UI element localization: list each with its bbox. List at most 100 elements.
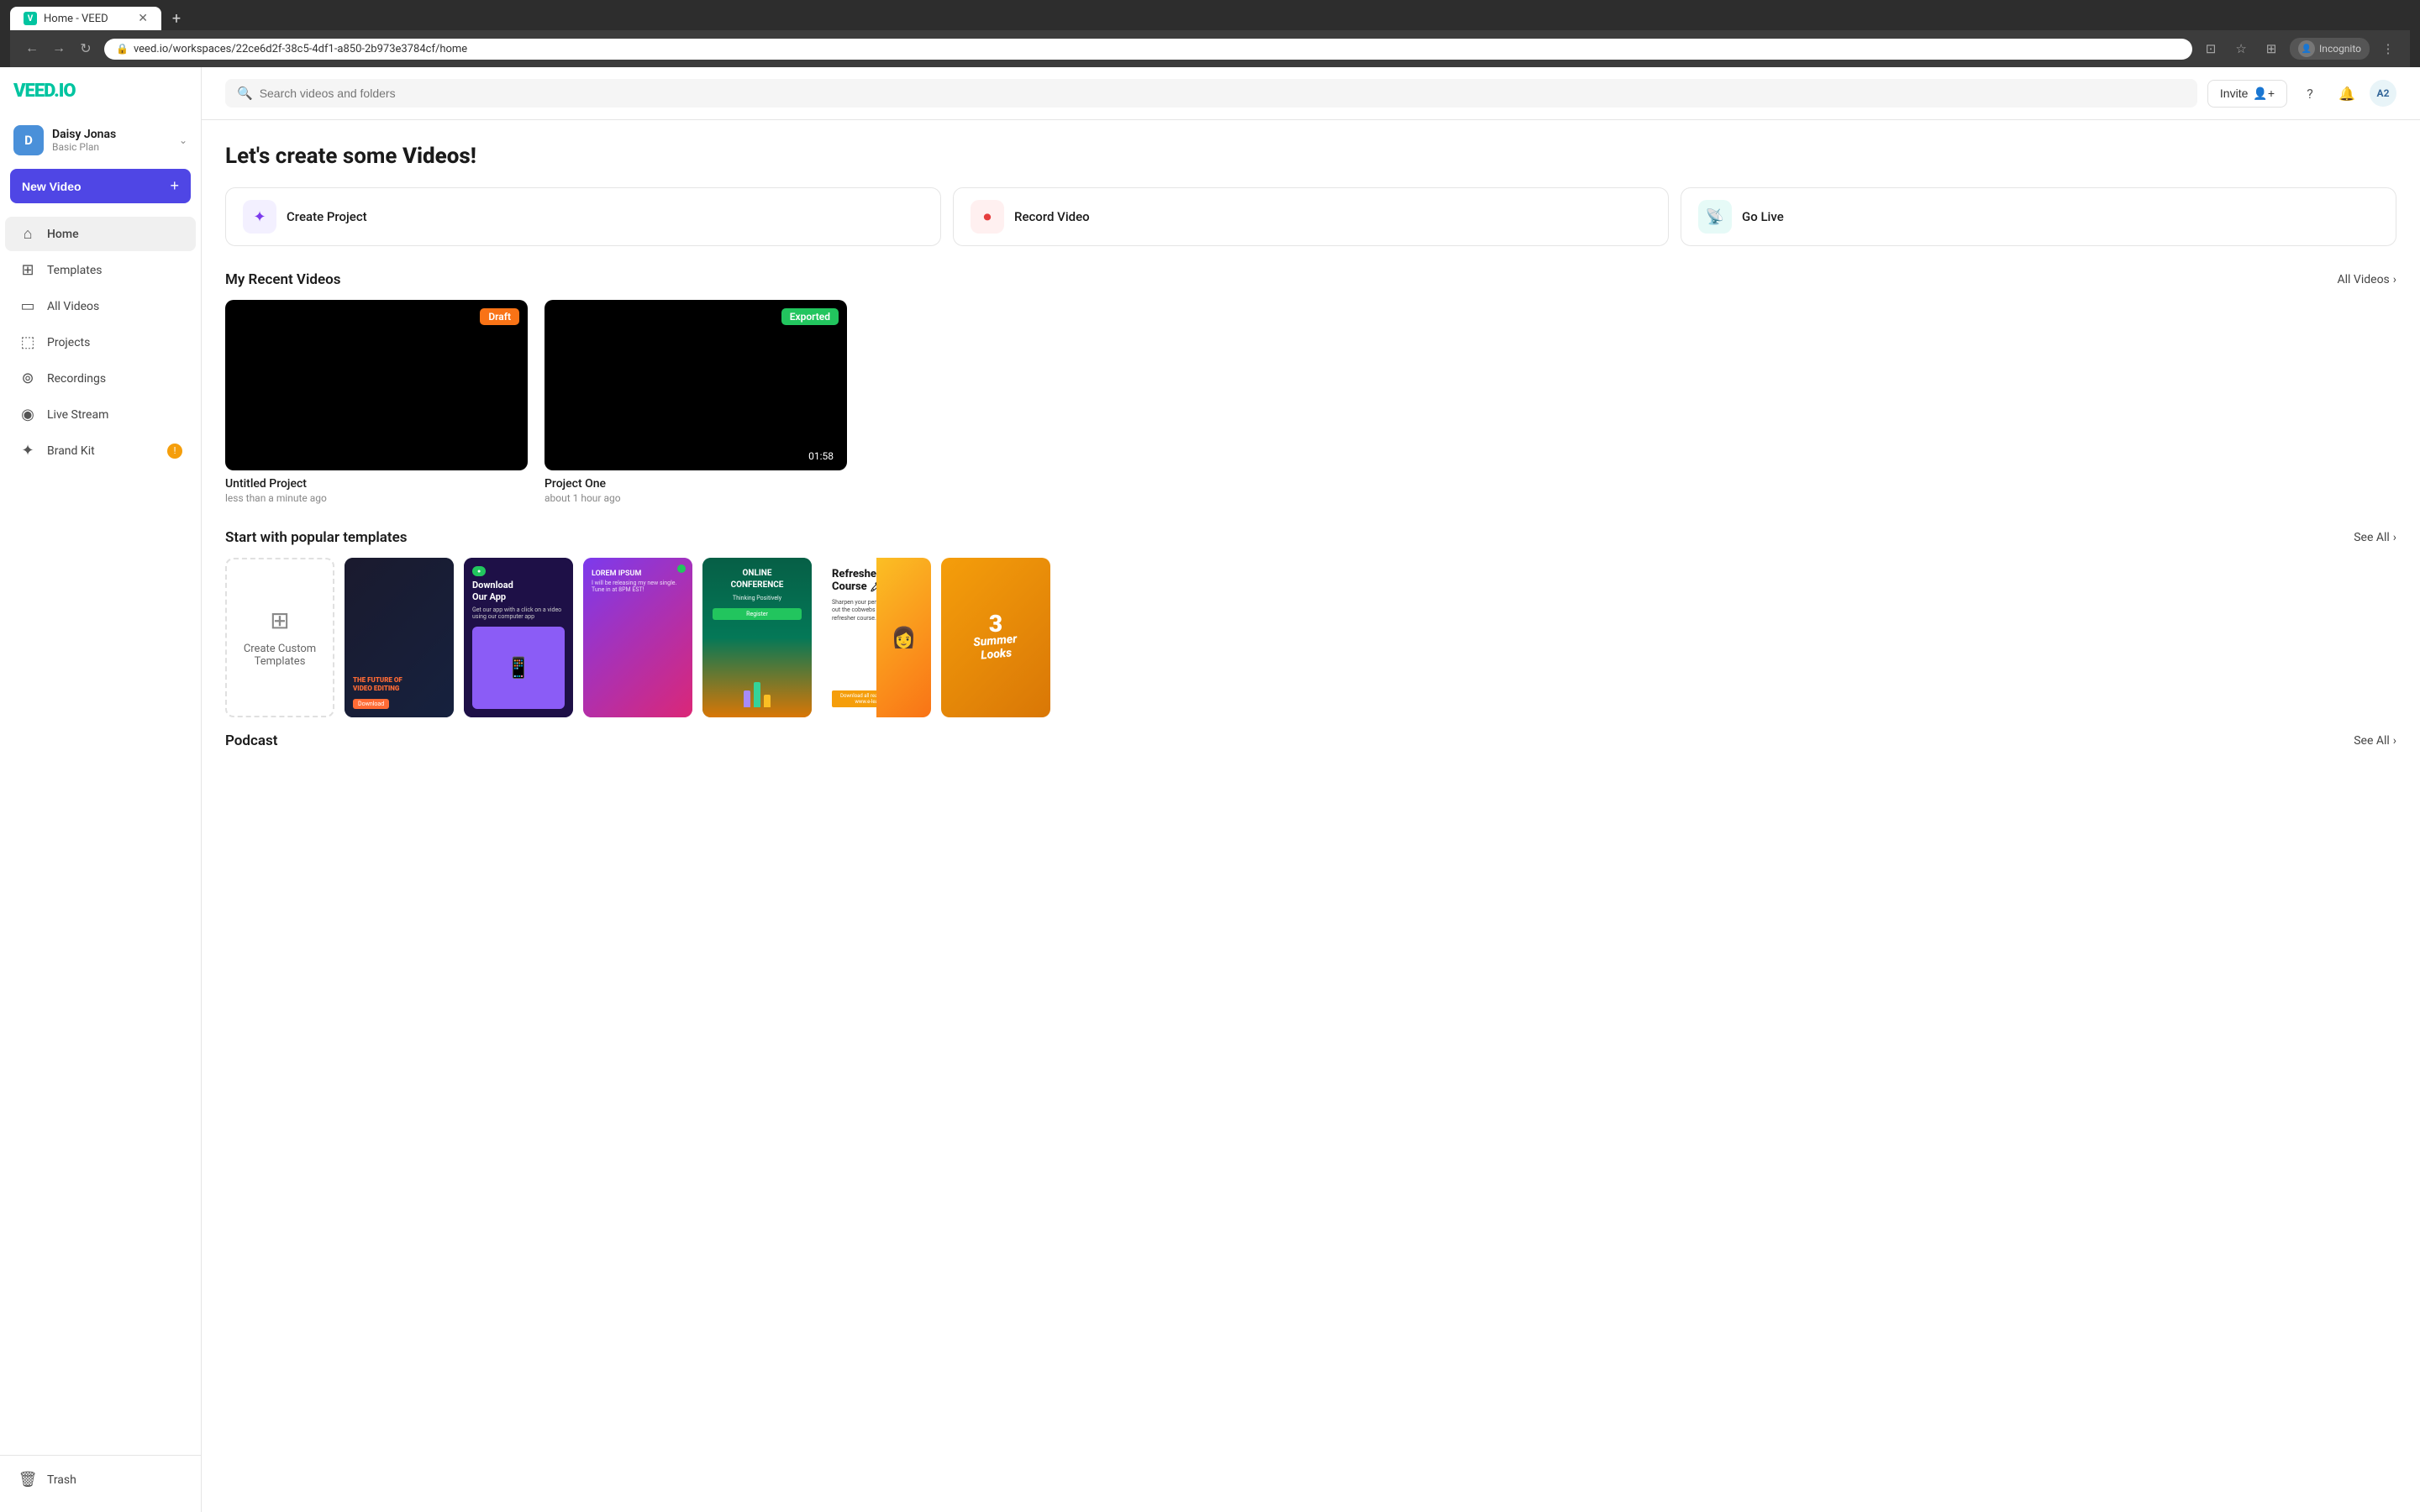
video-title: Untitled Project (225, 477, 528, 491)
extensions-icon[interactable]: ⊞ (2260, 37, 2283, 60)
create-project-card[interactable]: ✦ Create Project (225, 187, 941, 246)
tab-title: Home - VEED (44, 13, 108, 25)
template-title: OnlineConference (713, 568, 802, 591)
sidebar-item-live-stream[interactable]: ◉ Live Stream (5, 397, 196, 432)
template-bg: ● DownloadOur App Get our app with a cli… (464, 558, 573, 717)
sidebar-item-label: Trash (47, 1473, 76, 1487)
template-card[interactable]: ● DownloadOur App Get our app with a cli… (464, 558, 573, 717)
go-live-card[interactable]: 📡 Go Live (1681, 187, 2396, 246)
bookmark-icon[interactable]: ☆ (2229, 37, 2253, 60)
templates-see-all[interactable]: See All › (2354, 531, 2396, 544)
template-cta: Register (713, 608, 802, 620)
video-title: Project One (544, 477, 847, 491)
video-thumbnail: Exported 01:58 (544, 300, 847, 470)
help-icon[interactable]: ? (2296, 79, 2324, 108)
template-bg: 3 SummerLooks (941, 558, 1050, 717)
video-time: about 1 hour ago (544, 492, 847, 504)
template-bg: THE FUTURE OFVIDEO EDITING Download (345, 558, 454, 717)
page-content: Let's create some Videos! ✦ Create Proje… (202, 120, 2420, 785)
template-card[interactable]: 3 SummerLooks (941, 558, 1050, 717)
recent-videos-header: My Recent Videos All Videos › (225, 271, 2396, 288)
logo: VEED.IO (0, 81, 201, 118)
template-img-placeholder: 📱 (472, 627, 565, 708)
recent-videos-title: My Recent Videos (225, 271, 340, 288)
chevron-down-icon: ⌄ (179, 134, 187, 146)
search-icon: 🔍 (237, 86, 253, 101)
menu-button[interactable]: ⋮ (2376, 37, 2400, 60)
cast-icon[interactable]: ⊡ (2199, 37, 2223, 60)
all-videos-link[interactable]: All Videos › (2338, 273, 2396, 286)
exported-badge: Exported (781, 308, 839, 325)
template-card[interactable]: THE FUTURE OFVIDEO EDITING Download (345, 558, 454, 717)
sidebar-item-label: Home (47, 228, 79, 241)
template-card[interactable]: OnlineConference Thinking Positively Reg… (702, 558, 812, 717)
lock-icon: 🔒 (116, 43, 129, 55)
topbar: 🔍 Invite 👤+ ? 🔔 A2 (202, 67, 2420, 120)
new-video-button[interactable]: New Video + (10, 169, 191, 203)
active-tab[interactable]: V Home - VEED ✕ (10, 7, 161, 30)
podcast-see-all[interactable]: See All › (2354, 734, 2396, 748)
template-bg: LOREM IPSUM I will be releasing my new s… (583, 558, 692, 717)
sidebar-item-brand-kit[interactable]: ✦ Brand Kit ! (5, 433, 196, 468)
sidebar-item-home[interactable]: ⌂ Home (5, 217, 196, 251)
action-cards: ✦ Create Project ⏺ Record Video 📡 Go Liv… (225, 187, 2396, 246)
topbar-actions: Invite 👤+ ? 🔔 A2 (2207, 79, 2396, 108)
sidebar-item-projects[interactable]: ⬚ Projects (5, 325, 196, 360)
avatar: D (13, 125, 44, 155)
back-button[interactable]: ← (20, 37, 44, 60)
template-text: THE FUTURE OFVIDEO EDITING (353, 676, 445, 694)
template-sub: Get our app with a click on a video usin… (472, 606, 565, 620)
invite-button[interactable]: Invite 👤+ (2207, 80, 2287, 108)
sidebar-item-all-videos[interactable]: ▭ All Videos (5, 289, 196, 323)
search-bar[interactable]: 🔍 (225, 79, 2197, 108)
template-badge: ● (472, 566, 486, 576)
templates-title: Start with popular templates (225, 529, 408, 546)
sidebar-item-label: Templates (47, 264, 103, 277)
tab-favicon: V (24, 12, 37, 25)
video-card[interactable]: Draft Untitled Project less than a minut… (225, 300, 528, 504)
user-profile[interactable]: D Daisy Jonas Basic Plan ⌄ (0, 118, 201, 169)
forward-button[interactable]: → (47, 37, 71, 60)
template-dot (677, 564, 686, 573)
recordings-icon: ⊚ (18, 370, 37, 387)
user-info: Daisy Jonas Basic Plan (52, 128, 171, 153)
template-text: LOREM IPSUM (592, 570, 684, 578)
user-avatar-topbar[interactable]: A2 (2370, 80, 2396, 107)
chevron-right-icon: › (2393, 273, 2396, 286)
sidebar-item-templates[interactable]: ⊞ Templates (5, 253, 196, 287)
browser-chrome: V Home - VEED ✕ + ← → ↻ 🔒 veed.io/worksp… (0, 0, 2420, 67)
record-video-card[interactable]: ⏺ Record Video (953, 187, 1669, 246)
app: VEED.IO D Daisy Jonas Basic Plan ⌄ New V… (0, 67, 2420, 1512)
reload-button[interactable]: ↻ (74, 37, 97, 60)
templates-header: Start with popular templates See All › (225, 529, 2396, 546)
bell-icon[interactable]: 🔔 (2333, 79, 2361, 108)
video-card[interactable]: Exported 01:58 Project One about 1 hour … (544, 300, 847, 504)
address-bar[interactable]: 🔒 veed.io/workspaces/22ce6d2f-38c5-4df1-… (104, 39, 2192, 60)
search-input[interactable] (260, 87, 2186, 100)
incognito-badge[interactable]: 👤 Incognito (2290, 38, 2370, 60)
sidebar-item-label: All Videos (47, 300, 99, 313)
main-content: 🔍 Invite 👤+ ? 🔔 A2 Let's create some Vid… (202, 67, 2420, 1512)
template-sub: I will be releasing my new single. Tune … (592, 580, 684, 593)
create-custom-label: Create Custom Templates (235, 643, 324, 668)
video-thumbnail: Draft (225, 300, 528, 470)
incognito-label: Incognito (2319, 43, 2361, 55)
chevron-right-icon: › (2393, 531, 2396, 544)
sidebar-item-recordings[interactable]: ⊚ Recordings (5, 361, 196, 396)
template-card[interactable]: LOREM IPSUM I will be releasing my new s… (583, 558, 692, 717)
template-card[interactable]: RefresherCourse 🖊 Sharpen your pencils a… (822, 558, 931, 717)
template-title: SummerLooks (973, 633, 1019, 663)
incognito-avatar: 👤 (2298, 40, 2315, 57)
tab-close-button[interactable]: ✕ (138, 12, 148, 25)
brand-kit-icon: ✦ (18, 442, 37, 459)
home-icon: ⌂ (18, 225, 37, 243)
draft-badge: Draft (480, 308, 519, 325)
sidebar-item-trash[interactable]: 🗑 Trash (5, 1462, 196, 1497)
podcast-header: Podcast See All › (225, 732, 2396, 749)
sidebar-item-label: Projects (47, 336, 90, 349)
template-title: DownloadOur App (472, 580, 565, 604)
template-cta: Download (353, 699, 389, 709)
new-tab-button[interactable]: + (165, 7, 188, 30)
template-number: 3 (989, 613, 1002, 634)
create-custom-template-card[interactable]: ⊞ Create Custom Templates (225, 558, 334, 717)
